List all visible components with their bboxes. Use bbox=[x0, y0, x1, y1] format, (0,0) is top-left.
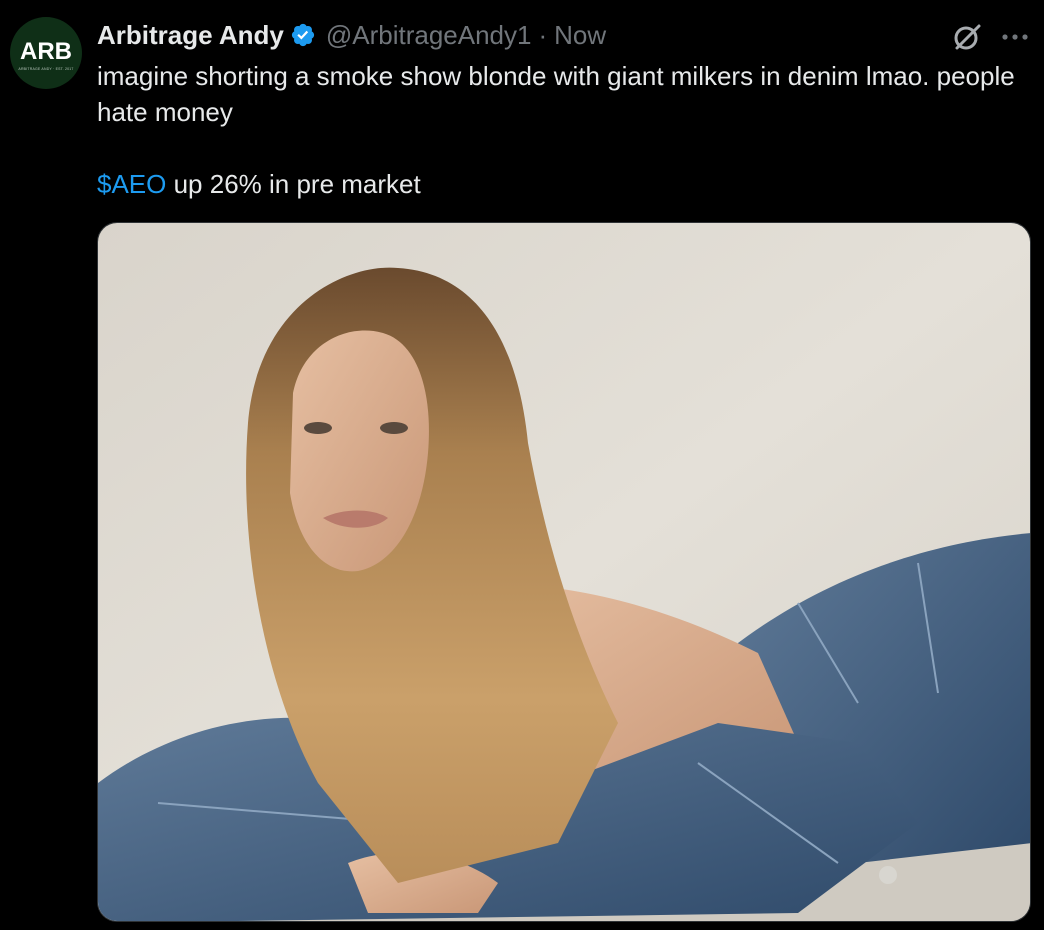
verified-badge-icon[interactable] bbox=[290, 22, 316, 48]
avatar[interactable]: ARB ARBITRAGE ANDY · EST. 2017 bbox=[10, 17, 82, 89]
avatar-text: ARB bbox=[20, 37, 72, 65]
cashtag-link[interactable]: $AEO bbox=[97, 169, 166, 199]
tweet-text: imagine shorting a smoke show blonde wit… bbox=[97, 58, 1027, 202]
tweet-media-photo[interactable] bbox=[97, 222, 1031, 922]
grok-icon[interactable] bbox=[951, 21, 983, 53]
display-name[interactable]: Arbitrage Andy bbox=[97, 20, 284, 51]
avatar-subtext: ARBITRAGE ANDY · EST. 2017 bbox=[18, 67, 73, 71]
cashtag-line-rest: up 26% in pre market bbox=[166, 169, 421, 199]
tweet-header: Arbitrage Andy @ArbitrageAndy1 · Now bbox=[97, 18, 606, 52]
tweet-text-line: imagine shorting a smoke show blonde wit… bbox=[97, 61, 1015, 127]
timestamp[interactable]: Now bbox=[554, 20, 606, 51]
tweet-text-cashtag-line: $AEO up 26% in pre market bbox=[97, 166, 1027, 202]
more-options-icon[interactable] bbox=[1000, 22, 1030, 52]
separator: · bbox=[538, 19, 548, 50]
tweet: ARB ARBITRAGE ANDY · EST. 2017 Arbitrage… bbox=[0, 0, 1044, 930]
photo-illustration bbox=[98, 223, 1030, 921]
handle[interactable]: @ArbitrageAndy1 bbox=[326, 20, 532, 51]
avatar-subtext-label: ARBITRAGE ANDY · EST. 2017 bbox=[18, 66, 74, 71]
